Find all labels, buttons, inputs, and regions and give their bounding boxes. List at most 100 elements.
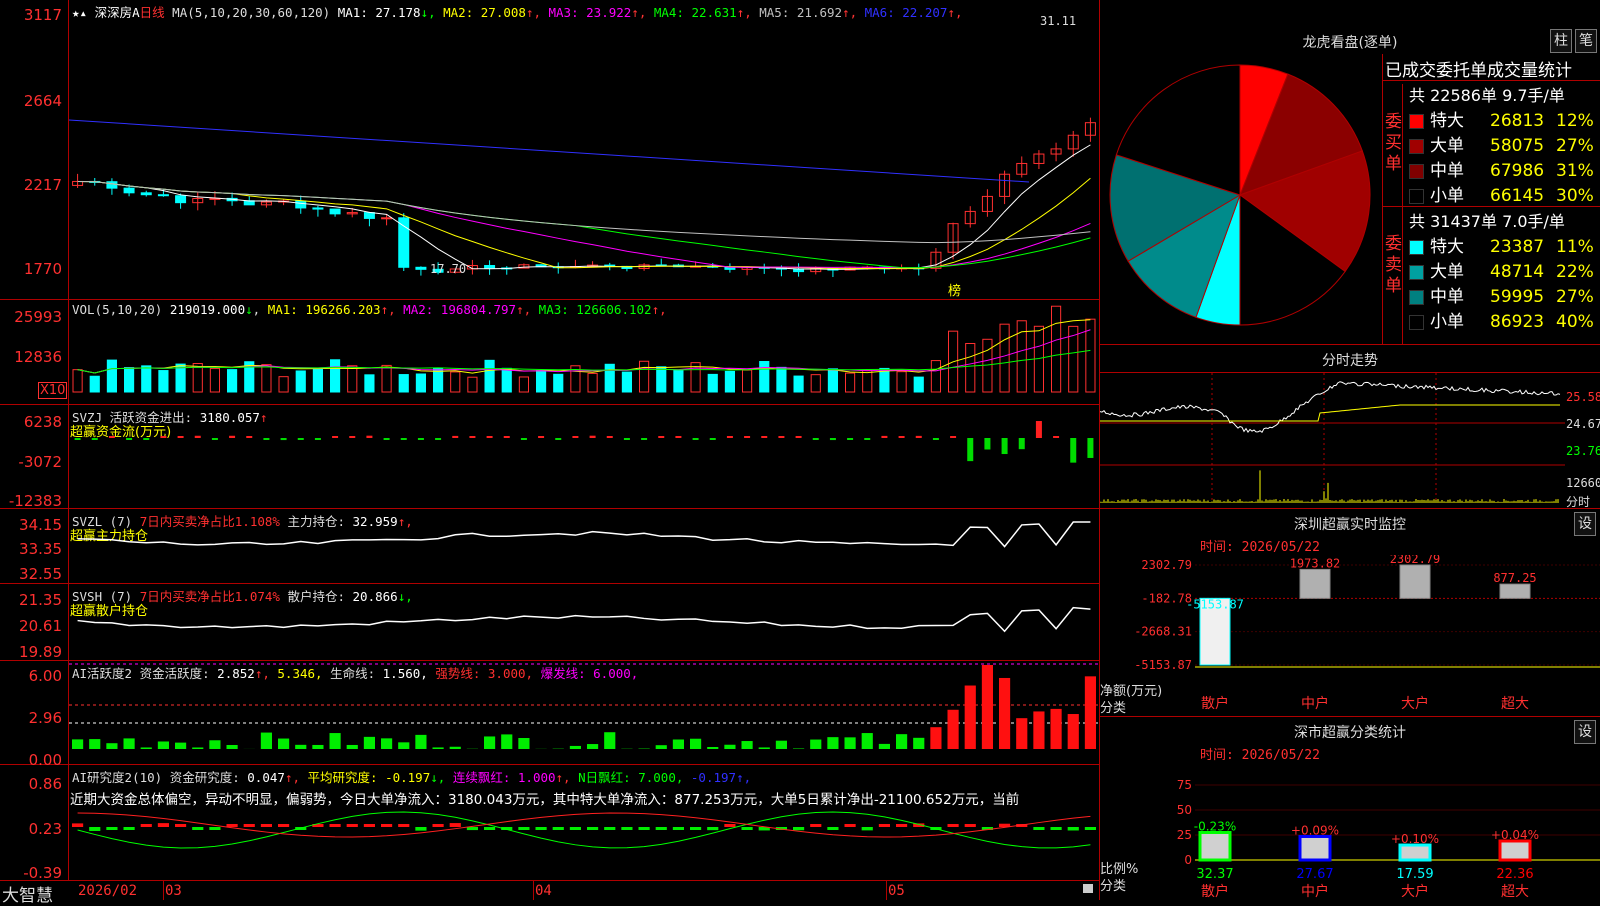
volume-bar bbox=[73, 370, 82, 392]
activity-bar bbox=[278, 739, 289, 749]
flow-bar bbox=[727, 436, 733, 438]
monitor-value: 1973.82 bbox=[1290, 556, 1341, 570]
class-category: 超大 bbox=[1501, 884, 1529, 900]
color-swatch bbox=[1409, 114, 1424, 129]
lock-icon[interactable] bbox=[1083, 884, 1093, 893]
flow-bar bbox=[538, 436, 544, 438]
ai-activity-chart[interactable] bbox=[69, 661, 1099, 764]
order-pct: 27% bbox=[1556, 136, 1594, 156]
research-bar bbox=[896, 824, 907, 827]
ai1-tick: 2.96 bbox=[0, 709, 62, 727]
volume-bar bbox=[777, 367, 786, 392]
volume-bar bbox=[640, 361, 649, 392]
ratio-bar-chart[interactable]: 7550250-0.23%32.37散户+0.09%27.67中户+0.10%1… bbox=[1100, 758, 1600, 900]
flow-bar bbox=[263, 438, 269, 440]
research-bar bbox=[72, 823, 83, 827]
retail-position-chart[interactable] bbox=[69, 584, 1099, 660]
flow-bar bbox=[1053, 436, 1059, 438]
class-bar bbox=[1300, 836, 1330, 860]
volume-bar bbox=[605, 364, 614, 392]
activity-bar bbox=[381, 738, 392, 749]
main-position-chart[interactable] bbox=[69, 509, 1099, 583]
flow-bar bbox=[555, 438, 561, 440]
activity-bar bbox=[501, 734, 512, 749]
flow-bar bbox=[315, 438, 321, 440]
activity-bar bbox=[862, 733, 873, 749]
order-pct: 22% bbox=[1556, 262, 1594, 282]
bar-view-button[interactable]: 柱 bbox=[1550, 29, 1572, 53]
flow-bar bbox=[916, 436, 922, 438]
research-bar bbox=[467, 827, 478, 830]
flow-bar bbox=[967, 438, 973, 461]
flow-bar bbox=[1070, 438, 1076, 463]
divider bbox=[1100, 716, 1600, 717]
volume-bar bbox=[228, 370, 237, 392]
intraday-chart[interactable] bbox=[1100, 373, 1600, 508]
color-swatch bbox=[1409, 240, 1424, 255]
order-pie-chart[interactable] bbox=[1100, 55, 1380, 345]
order-volume: 26813 bbox=[1490, 111, 1556, 131]
research-bar bbox=[1085, 827, 1096, 830]
monitor-category: 大户 bbox=[1401, 695, 1429, 712]
main-chart-area[interactable]: ★▴ 深深房A日线 MA(5,10,20,30,60,120) MA1: 27.… bbox=[0, 0, 1100, 900]
flow-bar bbox=[143, 438, 149, 440]
research-bar bbox=[192, 827, 203, 830]
activity-bar bbox=[570, 746, 581, 749]
class-category: 大户 bbox=[1401, 883, 1429, 900]
volume-bar bbox=[811, 375, 820, 392]
activity-bar bbox=[89, 739, 100, 749]
price-line bbox=[1100, 382, 1560, 433]
research-bar bbox=[536, 827, 547, 830]
flow-bar bbox=[813, 438, 819, 440]
flow-bar bbox=[452, 436, 458, 438]
flow-bar bbox=[641, 438, 647, 440]
flow-bar bbox=[521, 438, 527, 440]
flow-bar bbox=[281, 438, 287, 440]
volume-bar bbox=[125, 368, 134, 392]
candle bbox=[382, 218, 392, 219]
date-tick: 05 bbox=[888, 883, 905, 899]
research-bar bbox=[1068, 827, 1079, 830]
volume-bar bbox=[210, 369, 219, 392]
volume-bar bbox=[262, 365, 271, 392]
monitor-settings-button[interactable]: 设 bbox=[1574, 512, 1596, 536]
volume-bar bbox=[159, 371, 168, 392]
candle bbox=[485, 266, 495, 268]
class-settings-button[interactable]: 设 bbox=[1574, 720, 1596, 744]
flow-bar bbox=[178, 436, 184, 438]
flow-bar bbox=[761, 436, 767, 438]
order-row: 特大2681312% bbox=[1409, 106, 1600, 131]
volume-bar bbox=[365, 375, 374, 392]
rank-badge[interactable]: 榜 bbox=[948, 280, 961, 299]
research-bar bbox=[587, 827, 598, 830]
research-bar bbox=[879, 824, 890, 827]
activity-bar bbox=[1085, 676, 1096, 749]
flow-bar bbox=[435, 438, 441, 440]
activity-bar bbox=[810, 740, 821, 749]
divider bbox=[1100, 344, 1600, 345]
research-bar bbox=[450, 823, 461, 827]
class-tick: 50 bbox=[1177, 803, 1192, 817]
fs-tick: 23.76 bbox=[1566, 444, 1600, 458]
volume-chart[interactable] bbox=[69, 300, 1099, 404]
svsh-tick: 19.89 bbox=[0, 643, 62, 661]
ma10-line bbox=[78, 178, 1091, 268]
class-change: +0.10% bbox=[1391, 832, 1439, 846]
class-tick: 75 bbox=[1177, 778, 1192, 792]
research-bar bbox=[433, 824, 444, 827]
candlestick-chart[interactable] bbox=[69, 0, 1099, 299]
ai-research-chart[interactable] bbox=[69, 765, 1099, 880]
activity-bar bbox=[1051, 709, 1062, 749]
low-annotation: 17.70 bbox=[430, 262, 466, 276]
research-bar bbox=[845, 824, 856, 827]
tick-view-button[interactable]: 笔 bbox=[1575, 29, 1597, 53]
activity-bar bbox=[192, 747, 203, 749]
ma120-line bbox=[69, 120, 1029, 182]
class-tick: 0 bbox=[1184, 853, 1192, 867]
flow-bar bbox=[658, 436, 664, 438]
date-tick: 2026/02 bbox=[78, 883, 137, 899]
activity-bar bbox=[364, 737, 375, 749]
net-flow-bar-chart[interactable]: 2302.79-182.78-2668.31-5153.87-5153.87散户… bbox=[1100, 555, 1600, 715]
fund-flow-chart[interactable] bbox=[69, 405, 1099, 508]
candle bbox=[107, 182, 117, 188]
